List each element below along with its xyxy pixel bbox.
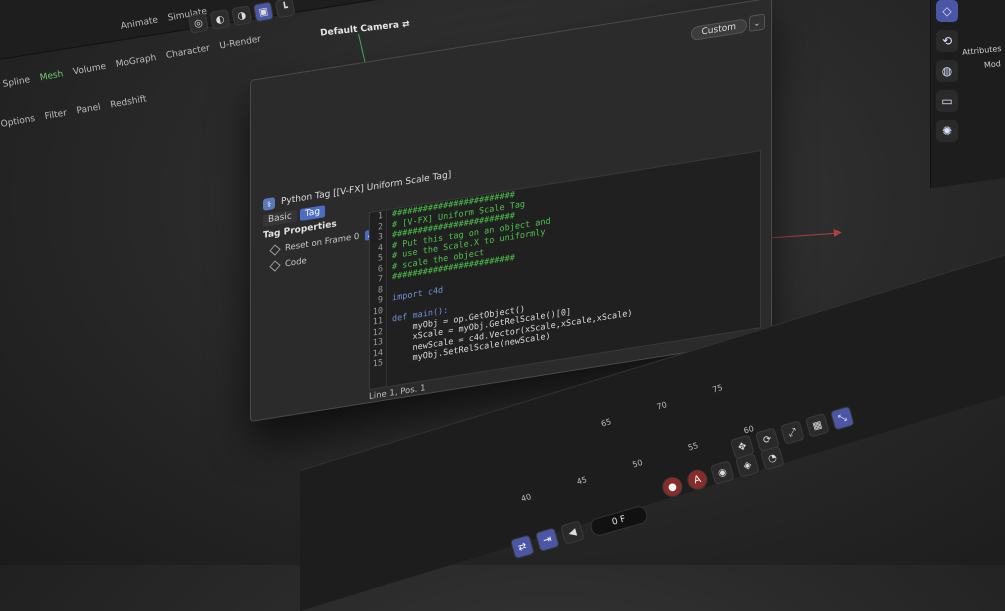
tool-icon-4[interactable]: ▣: [252, 1, 274, 23]
right-icon-column: ◇ ⟲ ◍ ▭ ✺: [936, 0, 958, 142]
window-title-text: Python Tag [[V-FX] Uniform Scale Tag]: [281, 170, 452, 208]
attributes-mode[interactable]: Mod: [984, 59, 1002, 70]
keyframe-options-icon[interactable]: ◉: [709, 460, 735, 485]
globe-icon[interactable]: ◍: [936, 60, 958, 82]
line-number: 15: [372, 357, 383, 370]
viewport[interactable]: Animate Simulate ◎ ◐ ◑ ▣ ┗ Spline Mesh V…: [0, 0, 1005, 611]
camera-label[interactable]: Default Camera ⇄: [320, 19, 410, 38]
menu-redshift[interactable]: Redshift: [110, 94, 148, 110]
tab-basic[interactable]: Basic: [263, 209, 297, 227]
chevron-down-icon[interactable]: ⌄: [749, 13, 765, 32]
keyframe-icon[interactable]: [269, 244, 281, 256]
keyframe-icon[interactable]: [269, 260, 281, 272]
record-icon[interactable]: ●: [660, 474, 685, 500]
camera-icon: ⇄: [401, 19, 411, 31]
tool-icon-1[interactable]: ◎: [188, 12, 209, 34]
menu-options[interactable]: Options: [0, 114, 36, 130]
code-text: ######################## # [V-FX] Unifor…: [392, 151, 760, 367]
render-icon[interactable]: ◇: [936, 0, 958, 22]
tool-icon-3[interactable]: ◑: [231, 5, 253, 27]
light-icon[interactable]: ✺: [936, 120, 958, 142]
autokey-icon[interactable]: A: [684, 467, 710, 493]
deformer-icon[interactable]: ⟲: [936, 30, 958, 52]
layout-dropdown[interactable]: Custom: [690, 18, 747, 42]
menu-mograph[interactable]: MoGraph: [115, 53, 157, 70]
menu-panel[interactable]: Panel: [76, 102, 102, 116]
menu-spline[interactable]: Spline: [2, 75, 31, 90]
tool-icon-5[interactable]: ┗: [274, 0, 296, 19]
line-gutter: 1 2 3 4 5 6 7 8 9 10 11 12 13 14 15: [370, 210, 387, 389]
code-label: Code: [285, 256, 307, 270]
menu-volume[interactable]: Volume: [72, 62, 107, 78]
menu-character[interactable]: Character: [165, 44, 210, 62]
loop-icon[interactable]: ⇄: [510, 534, 535, 560]
fps-icon[interactable]: ⇥: [534, 527, 560, 553]
menu-urender[interactable]: U-Render: [219, 34, 262, 51]
menu-mesh[interactable]: Mesh: [39, 69, 64, 83]
camera-icon[interactable]: ▭: [936, 90, 958, 112]
tool-icon-2[interactable]: ◐: [209, 9, 231, 30]
python-icon: ⚕: [263, 197, 275, 211]
menu-filter[interactable]: Filter: [44, 108, 68, 122]
viewport-menu: Options Filter Panel Redshift: [0, 94, 147, 130]
code-prop: Code: [269, 256, 307, 272]
key-icon[interactable]: ◈: [734, 452, 760, 478]
tab-tag[interactable]: Tag: [299, 205, 326, 222]
